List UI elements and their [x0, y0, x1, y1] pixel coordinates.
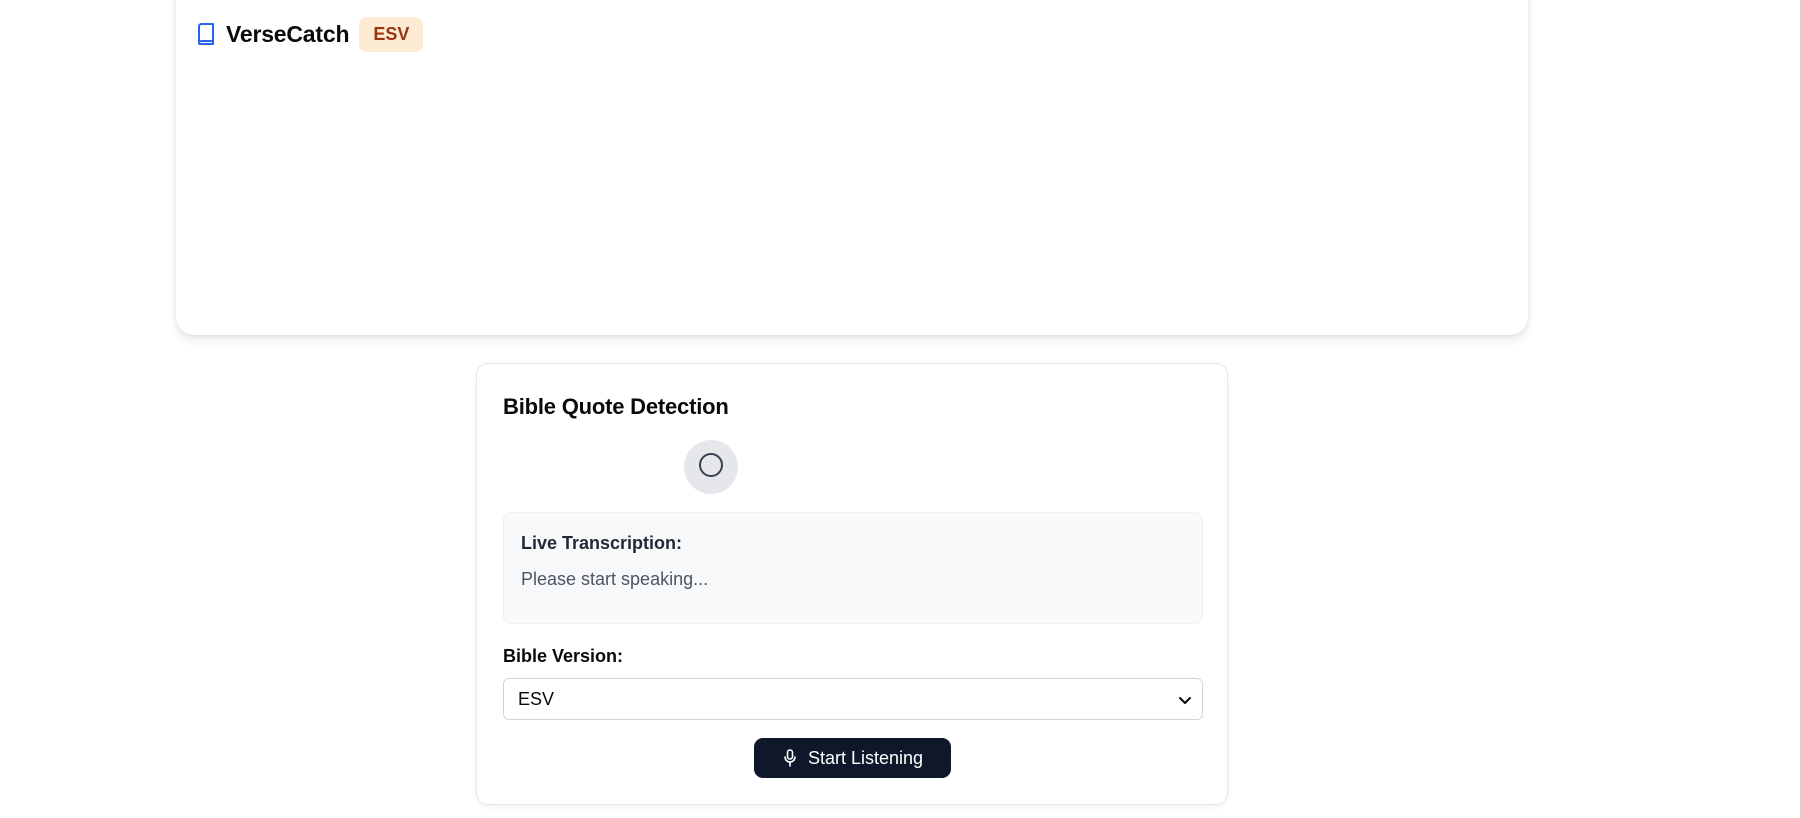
transcription-text: Please start speaking...: [521, 569, 709, 589]
card-title: Bible Quote Detection: [503, 394, 729, 419]
bible-version-selected: ESV: [518, 688, 555, 709]
mic-icon: [782, 749, 798, 767]
version-badge: ESV: [359, 16, 424, 52]
book-icon: [196, 23, 216, 46]
status-indicator: [684, 440, 738, 494]
chevron-down-icon: [1176, 691, 1194, 709]
bible-version-select[interactable]: ESV: [503, 678, 1203, 720]
detection-card: Bible Quote Detection Live Transcription…: [476, 363, 1228, 805]
bible-version-label: Bible Version:: [503, 646, 624, 666]
brand: VerseCatch ESV: [196, 16, 424, 52]
transcription-label: Live Transcription:: [521, 533, 683, 553]
start-listening-button[interactable]: Start Listening: [754, 738, 951, 778]
start-listening-label: Start Listening: [807, 747, 924, 768]
transcription-panel: Live Transcription: Please start speakin…: [503, 512, 1203, 624]
app-title: VerseCatch: [226, 20, 350, 47]
circle-icon: [698, 452, 724, 483]
